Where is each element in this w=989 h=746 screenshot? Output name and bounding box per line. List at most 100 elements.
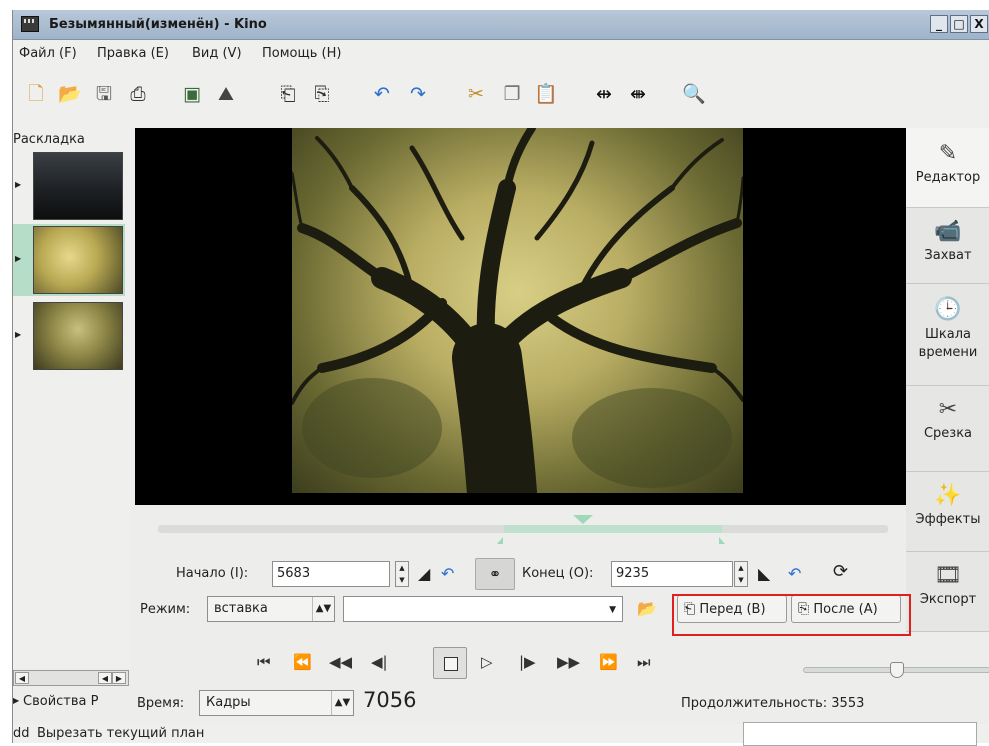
sparkle-icon: ✨ [934, 483, 962, 508]
open-folder-icon[interactable]: 📂 [637, 599, 657, 619]
start-marker[interactable] [497, 537, 503, 544]
previous-scene-icon[interactable]: ⏪ [293, 652, 312, 672]
set-start-icon[interactable]: ◢ [418, 564, 430, 584]
storyboard-clip[interactable]: ▶ [13, 150, 125, 222]
undo-icon[interactable]: ↶ [369, 81, 395, 107]
expand-arrow-icon[interactable]: ▶ [15, 330, 21, 339]
new-file-icon[interactable]: 🗋 [23, 81, 49, 107]
menu-help[interactable]: Помощь (H) [262, 46, 341, 61]
storyboard-clip[interactable]: ▶ [13, 300, 125, 372]
minimize-button[interactable]: _ [930, 15, 948, 33]
expand-arrow-icon[interactable]: ▶ [15, 254, 21, 263]
tab-editor[interactable]: ✎ Редактор [906, 128, 989, 208]
clock-icon: 🕒 [934, 297, 962, 322]
mode-label: Режим: [140, 602, 191, 617]
insert-after-icon[interactable]: ⎘ [309, 81, 335, 107]
save-icon[interactable]: 🖫 [91, 81, 117, 107]
expand-arrow-icon[interactable]: ▶ [15, 180, 21, 189]
slider-handle[interactable] [890, 662, 904, 678]
maximize-button[interactable]: □ [950, 15, 968, 33]
toolbar: 🗋 📂 🖫 ⎙ ▣ ⛰ ⎗ ⎘ ↶ ↷ ✂ ❐ 📋 ⇹ ⇼ 🔍 [13, 68, 989, 128]
stop-button[interactable] [433, 647, 467, 679]
rewind-icon[interactable]: ◀◀ [329, 652, 352, 672]
scroll-right-icon[interactable]: ▶ [112, 672, 126, 684]
start-field[interactable]: 5683 [272, 561, 390, 587]
go-end-icon[interactable]: ↶ [788, 564, 801, 584]
publish-icon[interactable]: ⛰ [213, 81, 239, 107]
go-last-icon[interactable]: ⏭ [637, 652, 651, 672]
loop-icon[interactable]: ⟳ [833, 562, 848, 582]
split-icon[interactable]: ⇼ [625, 81, 651, 107]
spinner-arrows-icon: ▲▼ [312, 597, 334, 621]
volume-slider[interactable] [803, 662, 989, 678]
time-format-select[interactable]: Кадры ▲▼ [199, 690, 354, 716]
edit-icon: ✎ [938, 141, 958, 166]
end-label: Конец (O): [522, 566, 594, 581]
spinner-arrows-icon: ▲▼ [331, 691, 353, 715]
film-icon [21, 16, 39, 32]
command-entry[interactable] [743, 722, 977, 746]
link-toggle-icon[interactable]: ⚭ [475, 558, 515, 590]
dropdown-icon: ▼ [609, 605, 616, 615]
scroll-left-icon[interactable]: ◀ [98, 672, 112, 684]
next-scene-icon[interactable]: ⏩ [599, 652, 618, 672]
zoom-icon[interactable]: 🔍 [681, 81, 707, 107]
storyboard-scrollbar[interactable]: ◀ ◀ ▶ [13, 670, 129, 686]
close-button[interactable]: X [970, 15, 988, 33]
end-spinner[interactable]: ▲ ▼ [734, 561, 748, 587]
step-forward-icon[interactable]: |▶ [519, 652, 536, 672]
frame-counter: 7056 [363, 688, 417, 712]
scroll-left-icon[interactable]: ◀ [15, 672, 29, 684]
highlight-box [672, 594, 911, 636]
tab-trim[interactable]: ✂ Срезка [906, 386, 989, 472]
video-preview [135, 128, 906, 505]
open-folder-icon[interactable]: 📂 [57, 81, 83, 107]
set-end-icon[interactable]: ◣ [758, 564, 770, 584]
play-icon[interactable]: ▷ [481, 652, 493, 672]
properties-expander[interactable]: Свойства P [23, 694, 98, 709]
window-title: Безымянный(изменён) - Kino [49, 17, 267, 32]
end-field[interactable]: 9235 [611, 561, 733, 587]
clip-thumbnail [33, 302, 123, 370]
menu-file[interactable]: Файл (F) [19, 46, 77, 61]
tab-timeline[interactable]: 🕒 Шкала времени [906, 284, 989, 386]
start-spinner[interactable]: ▲ ▼ [395, 561, 409, 587]
insert-before-icon[interactable]: ⎗ [275, 81, 301, 107]
step-back-icon[interactable]: ◀| [371, 652, 388, 672]
storyboard-clip-selected[interactable]: ▶ [13, 224, 125, 296]
clip-thumbnail [33, 152, 123, 220]
menu-edit[interactable]: Правка (E) [97, 46, 169, 61]
export-frame-icon[interactable]: ⎙ [125, 81, 151, 107]
paste-icon[interactable]: 📋 [533, 81, 559, 107]
tab-export[interactable]: 🎞 Экспорт [906, 552, 989, 632]
trim-timeline[interactable] [158, 525, 888, 533]
tree-image [292, 128, 743, 493]
tab-effects[interactable]: ✨ Эффекты [906, 472, 989, 552]
title-bar: Безымянный(изменён) - Kino _ □ X [13, 10, 989, 40]
storyboard-panel: Раскладка ▶ ▶ ▶ [13, 128, 131, 668]
menu-view[interactable]: Вид (V) [192, 46, 242, 61]
start-label: Начало (I): [176, 566, 249, 581]
tab-capture[interactable]: 📹 Захват [906, 208, 989, 284]
video-frame [292, 128, 743, 493]
fast-forward-icon[interactable]: ▶▶ [557, 652, 580, 672]
scissors-film-icon: ✂ [938, 397, 958, 422]
duration-label: Продолжительность: 3553 [681, 696, 865, 711]
menu-bar: Файл (F) Правка (E) Вид (V) Помощь (H) [13, 40, 989, 68]
expand-arrow-icon[interactable]: ▶ [13, 696, 19, 705]
cut-icon[interactable]: ✂ [463, 81, 489, 107]
end-marker[interactable] [719, 537, 725, 544]
file-combo[interactable]: ▼ [343, 596, 623, 622]
redo-icon[interactable]: ↷ [405, 81, 431, 107]
go-start-icon[interactable]: ↶ [441, 564, 454, 584]
copy-icon[interactable]: ❐ [499, 81, 525, 107]
mode-select[interactable]: вставка ▲▼ [207, 596, 335, 622]
join-icon[interactable]: ⇹ [591, 81, 617, 107]
time-label: Время: [137, 696, 185, 711]
playhead-marker[interactable] [573, 515, 593, 524]
save-still-icon[interactable]: ▣ [179, 81, 205, 107]
clip-thumbnail [33, 226, 123, 294]
mode-tabs: ✎ Редактор 📹 Захват 🕒 Шкала времени ✂ Ср… [906, 128, 989, 632]
go-first-icon[interactable]: ⏮ [257, 652, 271, 672]
kino-window: Безымянный(изменён) - Kino _ □ X Файл (F… [12, 10, 989, 746]
